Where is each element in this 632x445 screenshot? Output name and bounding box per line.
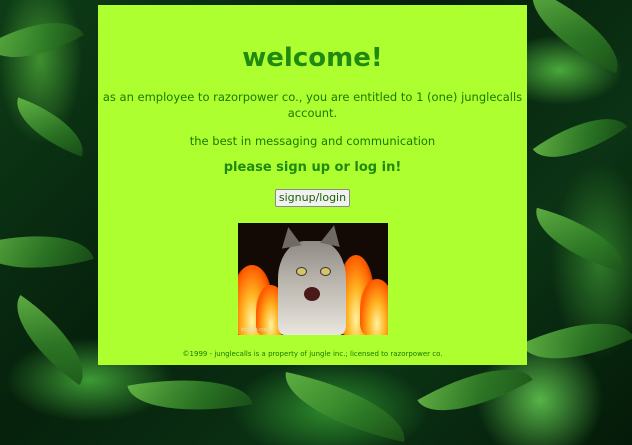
leaf-shape	[0, 294, 103, 386]
gif-watermark: imgflip.com	[240, 327, 270, 333]
flame-shape	[359, 279, 388, 335]
leaf-shape	[6, 97, 94, 157]
cat-mouth	[303, 287, 320, 301]
cat-eye	[295, 267, 307, 276]
cat-on-fire-gif: imgflip.com	[237, 223, 388, 335]
intro-text: as an employee to razorpower co., you ar…	[102, 90, 523, 120]
leaf-shape	[521, 299, 632, 383]
leaf-shape	[276, 371, 414, 443]
tagline-text: the best in messaging and communication	[189, 134, 436, 148]
cat-ear	[277, 225, 302, 249]
leaf-shape	[532, 97, 628, 179]
signup-login-button[interactable]: signup/login	[274, 189, 351, 207]
welcome-panel: welcome! as an employee to razorpower co…	[98, 5, 527, 365]
cat-ear	[319, 223, 344, 247]
page-title: welcome!	[242, 43, 383, 73]
leaf-shape	[0, 0, 84, 80]
leaf-shape	[0, 216, 94, 288]
leaf-shape	[127, 364, 253, 426]
cat-eye	[319, 267, 331, 276]
leaf-shape	[526, 207, 632, 273]
footer-text: ©1999 - junglecalls is a property of jun…	[182, 350, 443, 358]
leaf-shape	[516, 0, 632, 74]
cta-text: please sign up or log in!	[223, 160, 402, 175]
